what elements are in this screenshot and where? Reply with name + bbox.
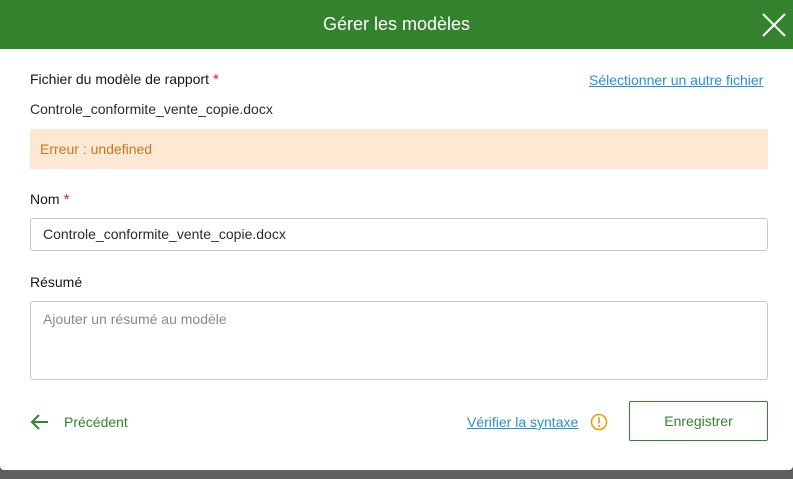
- required-mark: *: [63, 191, 70, 208]
- error-message: Erreur : undefined: [40, 141, 153, 157]
- name-label-text: Nom: [30, 191, 60, 207]
- required-mark: *: [213, 71, 219, 88]
- error-banner: Erreur : undefined: [30, 129, 768, 169]
- summary-label: Résumé: [30, 274, 83, 290]
- dialog-header: Gérer les modèles: [0, 0, 793, 49]
- template-file-label-text: Fichier du modèle de rapport: [30, 71, 209, 87]
- background-overlay: [0, 470, 793, 479]
- save-button[interactable]: Enregistrer: [629, 401, 768, 441]
- summary-textarea[interactable]: Ajouter un résumé au modèle: [30, 301, 768, 380]
- previous-label: Précédent: [64, 414, 128, 430]
- name-input[interactable]: Controle_conformite_vente_copie.docx: [30, 218, 768, 251]
- verify-syntax-link[interactable]: Vérifier la syntaxe: [467, 414, 578, 430]
- template-file-label: Fichier du modèle de rapport *: [30, 71, 219, 88]
- dialog-title: Gérer les modèles: [322, 14, 471, 34]
- arrow-left-icon: [30, 414, 48, 430]
- manage-templates-dialog: Gérer les modèles Fichier du modèle de r…: [0, 0, 793, 470]
- template-file-name: Controle_conformite_vente_copie.docx: [30, 101, 273, 117]
- warning-icon: [590, 413, 608, 431]
- select-other-file-link[interactable]: Sélectionner un autre fichier: [589, 72, 763, 88]
- close-icon: [762, 13, 786, 37]
- close-button[interactable]: [760, 11, 788, 39]
- name-label: Nom *: [30, 191, 69, 208]
